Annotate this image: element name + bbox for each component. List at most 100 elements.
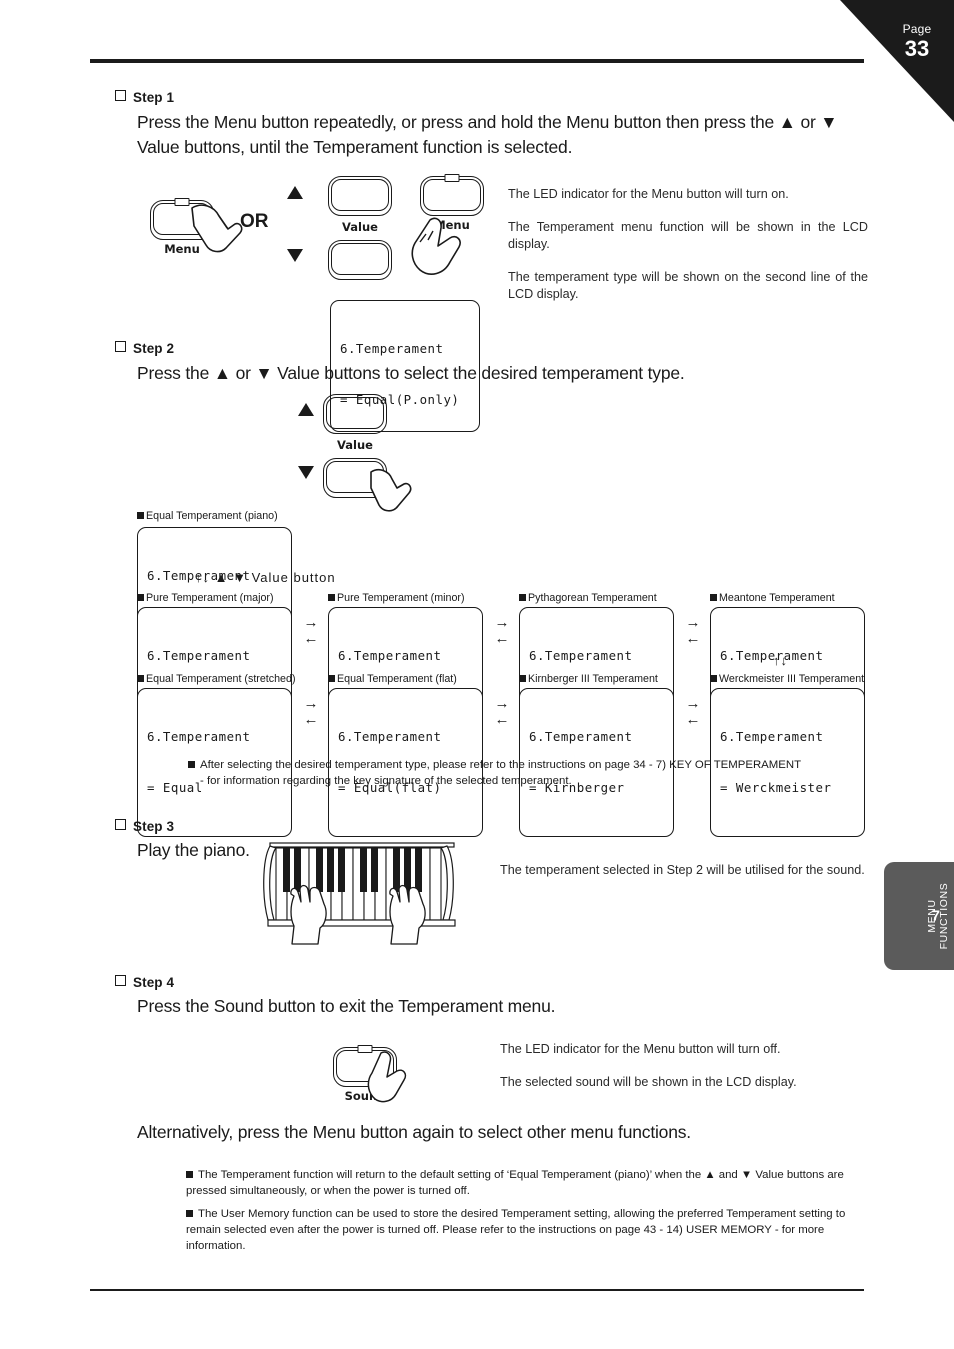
step-2-checkbox <box>115 341 126 352</box>
flow-r2c2-caption: Equal Temperament (flat) <box>337 673 457 685</box>
step-2-heading: Step 2 <box>115 340 174 358</box>
lcd-equal-stretched-line1: 6.Temperament <box>147 729 251 744</box>
bullet-square-icon <box>710 675 717 682</box>
step-4-note-1: The LED indicator for the Menu button wi… <box>500 1042 781 1056</box>
value-down-arrow-icon-2 <box>298 466 314 479</box>
lcd-equal-flat-line1: 6.Temperament <box>338 729 442 744</box>
step-1-checkbox <box>115 90 126 101</box>
value-button-up-1-inner <box>331 179 389 211</box>
flow-arrows-r1-3: → ← <box>682 614 704 647</box>
page-label: Page <box>902 22 932 36</box>
flow-row2-col4: Werckmeister III Temperament 6.Temperame… <box>710 673 865 837</box>
flow-note: After selecting the desired temperament … <box>188 757 878 789</box>
value-button-down-1-shape[interactable] <box>328 240 392 280</box>
step-3-notes: The temperament selected in Step 2 will … <box>500 862 868 895</box>
step-1-note-3: The temperament type will be shown on th… <box>508 270 868 301</box>
arrow-right-icon: → <box>494 614 510 631</box>
footnote-1-text: The Temperament function will return to … <box>186 1169 844 1197</box>
value-button-up-2-shape[interactable] <box>323 394 387 434</box>
arrow-right-icon: → <box>685 695 701 712</box>
bullet-square-icon <box>519 675 526 682</box>
lcd-kirnberger-line1: 6.Temperament <box>529 729 633 744</box>
flow-r1c1-caption: Pure Temperament (major) <box>146 592 274 604</box>
step-1-note-1: The LED indicator for the Menu button wi… <box>508 187 789 201</box>
flow-r1c4-caption: Meantone Temperament <box>719 592 835 604</box>
arrow-right-icon: → <box>494 695 510 712</box>
bullet-square-icon <box>328 675 335 682</box>
step-3-note-1: The temperament selected in Step 2 will … <box>500 863 865 877</box>
page-number: 33 <box>904 36 930 61</box>
flow-r2c1-caption: Equal Temperament (stretched) <box>146 673 296 685</box>
value-button-up-graphic-2[interactable] <box>323 394 387 434</box>
bullet-square-icon <box>188 761 195 768</box>
menu-button-2-shape[interactable] <box>420 174 484 216</box>
pointing-hand-icon-1 <box>191 204 243 253</box>
step-1-head-label: Step 1 <box>133 90 175 105</box>
lcd-werckmeister-line1: 6.Temperament <box>720 729 824 744</box>
step-4-heading: Step 4 <box>115 974 174 992</box>
flow-note-line1: After selecting the desired temperament … <box>200 759 802 771</box>
step-3-checkbox <box>115 819 126 830</box>
footer-rule <box>90 1289 864 1291</box>
value-up-arrow-icon-1 <box>287 186 303 199</box>
lcd-step1-line1: 6.Temperament <box>340 341 444 356</box>
arrow-left-icon: ← <box>303 630 319 647</box>
value-button-up-1-shape[interactable] <box>328 176 392 216</box>
bullet-square-icon <box>137 594 144 601</box>
lcd-pythagorean-line1: 6.Temperament <box>529 648 633 663</box>
flow-row2-col1: Equal Temperament (stretched) 6.Temperam… <box>137 673 296 837</box>
arrow-right-icon: → <box>303 695 319 712</box>
arrow-right-icon: → <box>685 614 701 631</box>
footnote-2: The User Memory function can be used to … <box>186 1206 876 1254</box>
step-3-head-label: Step 3 <box>133 819 175 834</box>
value-down-arrow-icon-1 <box>287 249 303 262</box>
step-1-instruction: Press the Menu button repeatedly, or pre… <box>137 112 838 157</box>
menu-button-2-inner <box>423 179 481 211</box>
flow-r1c3-caption: Pythagorean Temperament <box>528 592 657 604</box>
chapter-number: 7 <box>931 907 940 925</box>
value-button-label-1: Value <box>342 220 378 234</box>
flow-updown-symbol: ↑↓ <box>773 653 788 668</box>
step-1-note-2: The Temperament menu function will be sh… <box>508 220 868 251</box>
arrow-left-icon: ← <box>685 711 701 728</box>
arrow-left-icon: ← <box>494 630 510 647</box>
step-4-note-2: The selected sound will be shown in the … <box>500 1075 797 1089</box>
value-button-down-graphic-1[interactable] <box>328 240 392 280</box>
value-button-label-2: Value <box>337 438 373 452</box>
flow-row2-col3: Kirnberger III Temperament 6.Temperament… <box>519 673 674 837</box>
header-rule <box>90 59 864 63</box>
arrow-left-icon: ← <box>685 630 701 647</box>
step-1-notes: The LED indicator for the Menu button wi… <box>508 186 868 319</box>
alternative-instruction: Alternatively, press the Menu button aga… <box>137 1122 691 1142</box>
bullet-square-icon <box>137 675 144 682</box>
step-1-heading: Step 1 <box>115 89 174 107</box>
value-button-down-1-inner <box>331 243 389 275</box>
step-2-instruction: Press the ▲ or ▼ Value buttons to select… <box>137 363 685 383</box>
flow-top-caption-text: Equal Temperament (piano) <box>146 510 278 522</box>
flow-row2-col2: Equal Temperament (flat) 6.Temperament =… <box>328 673 483 837</box>
flow-note-line2: - for information regarding the key sign… <box>200 775 572 787</box>
arrow-left-icon: ← <box>303 711 319 728</box>
flow-arrows-r1-1: → ← <box>300 614 322 647</box>
flow-top-caption: Equal Temperament (piano) <box>137 510 278 525</box>
step-3-instruction: Play the piano. <box>137 840 250 860</box>
value-button-up-2-inner <box>326 397 384 429</box>
arrow-right-icon: → <box>303 614 319 631</box>
flow-arrows-r2-2: → ← <box>491 695 513 728</box>
lcd-pure-minor-line1: 6.Temperament <box>338 648 442 663</box>
bullet-square-icon <box>328 594 335 601</box>
pointing-hand-icon-3 <box>370 469 412 512</box>
flow-r1c2-caption: Pure Temperament (minor) <box>337 592 465 604</box>
value-button-up-graphic-1[interactable] <box>328 176 392 216</box>
pointing-hand-icon-4 <box>367 1051 407 1103</box>
bullet-square-icon <box>186 1171 193 1178</box>
pointing-hand-icon-2 <box>411 217 461 275</box>
flow-arrows-r2-1: → ← <box>300 695 322 728</box>
piano-keyboard-icon <box>263 842 456 945</box>
value-up-arrow-icon-2 <box>298 403 314 416</box>
step-4-head-label: Step 4 <box>133 975 175 990</box>
step-4-instruction: Press the Sound button to exit the Tempe… <box>137 996 556 1016</box>
bullet-square-icon <box>186 1210 193 1217</box>
bullet-square-icon <box>519 594 526 601</box>
flow-arrows-r2-3: → ← <box>682 695 704 728</box>
